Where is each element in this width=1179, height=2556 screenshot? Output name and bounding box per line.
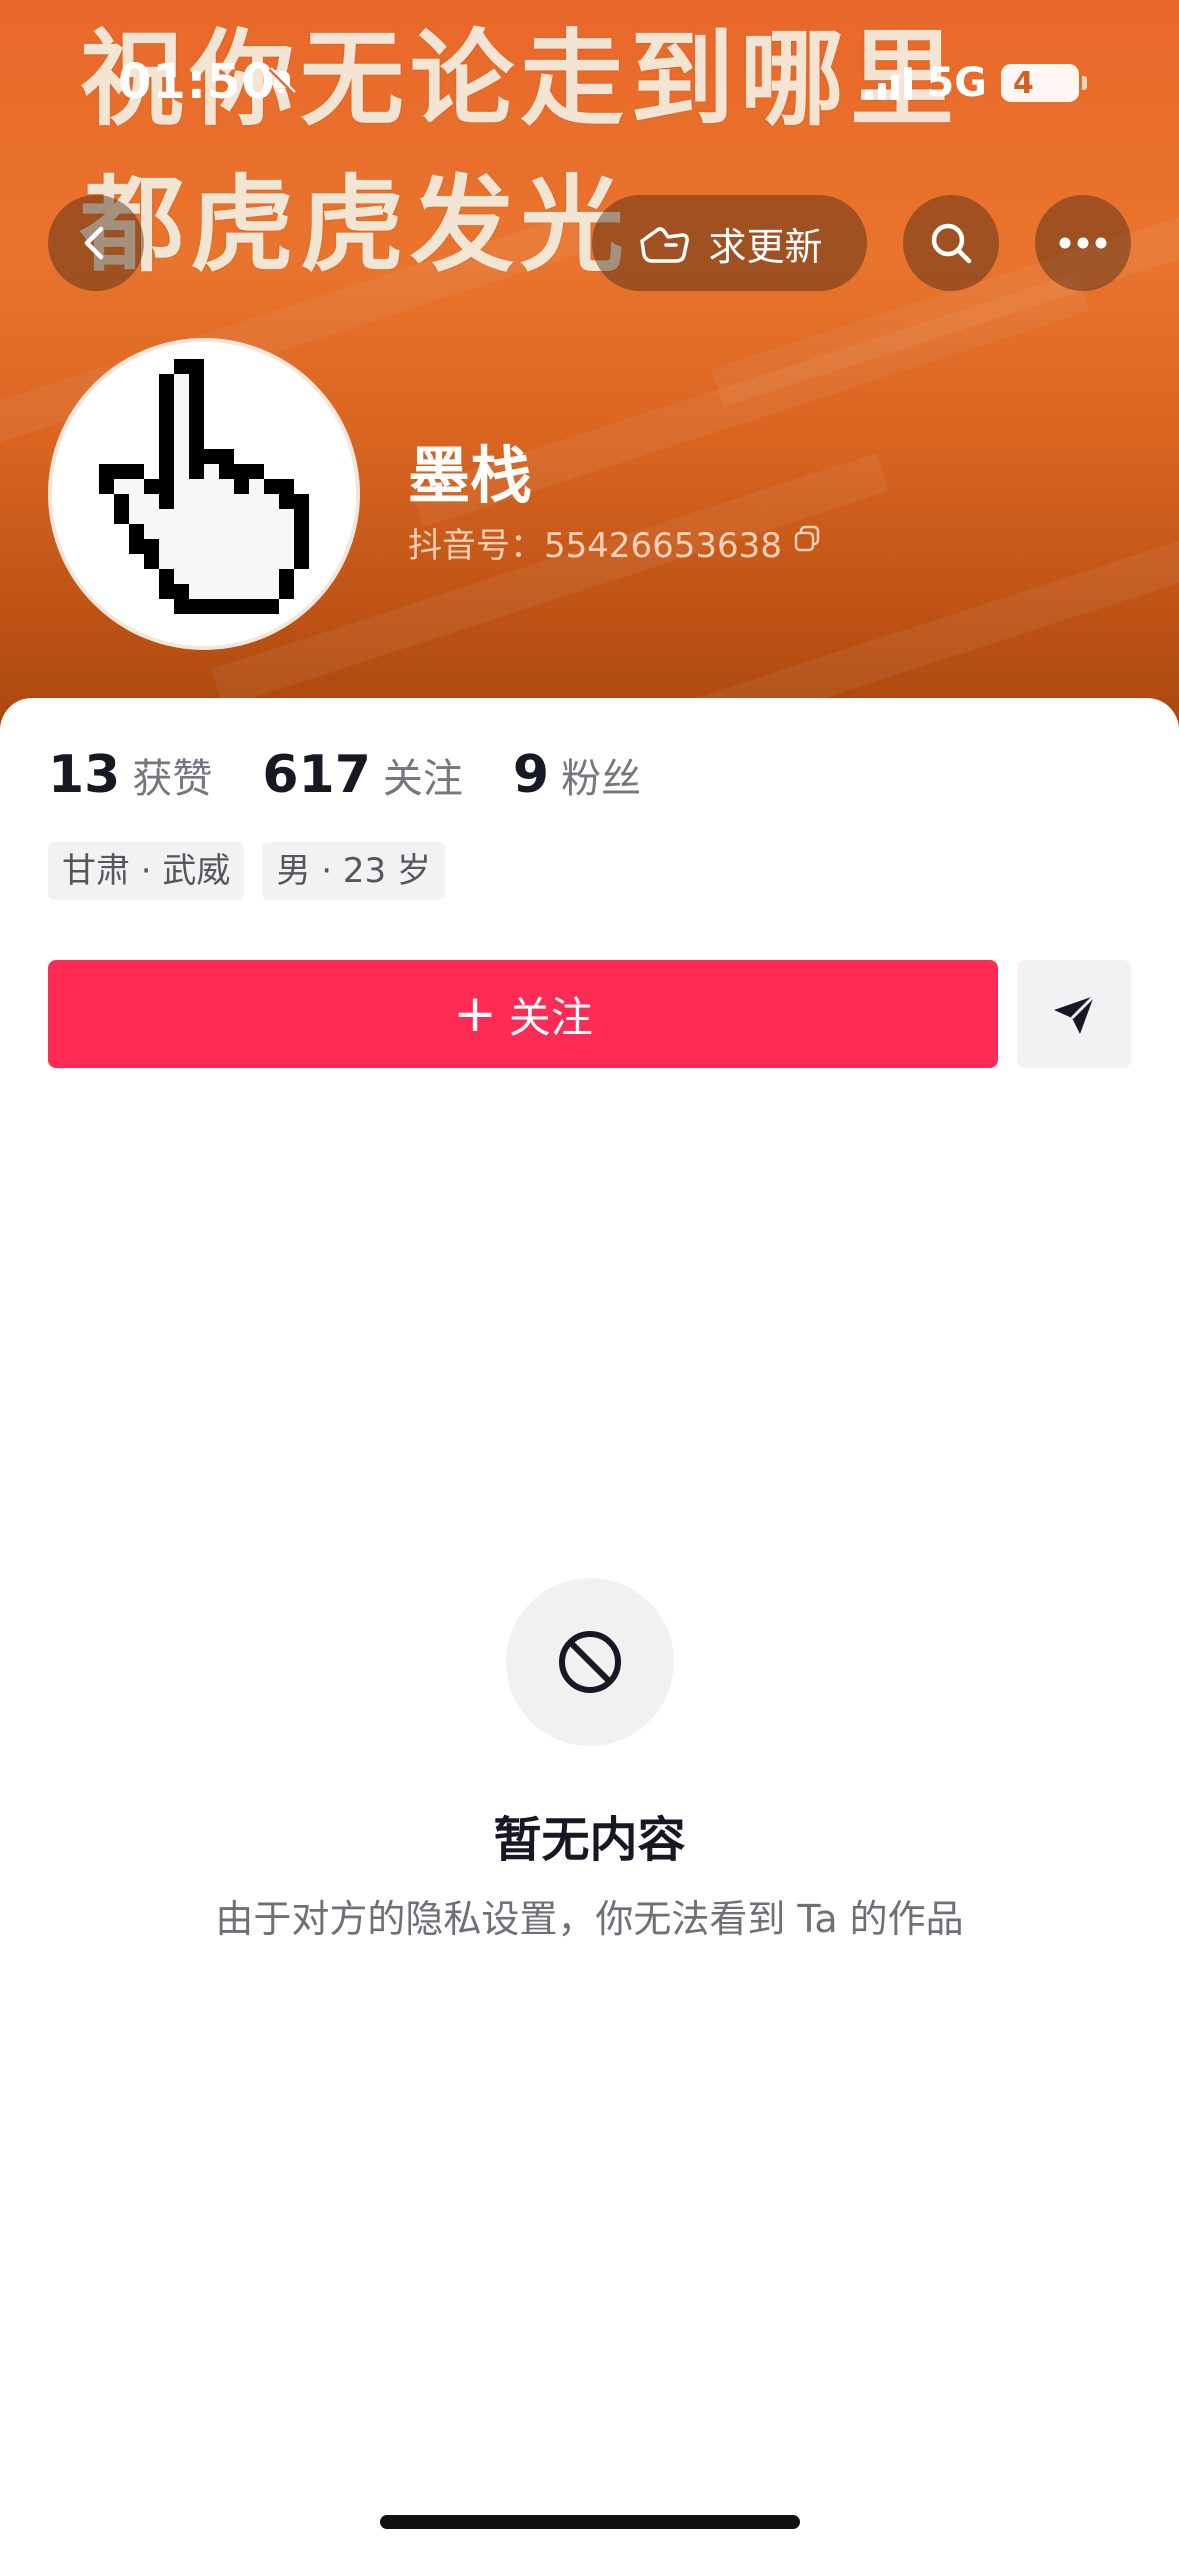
douyin-id-text: 抖音号：55426653638 (408, 526, 782, 566)
follow-label: 关注 (508, 992, 593, 1042)
empty-state-icon-container (506, 1578, 674, 1746)
request-update-label: 求更新 (708, 224, 823, 269)
more-icon (1059, 237, 1107, 249)
followers-count: 9 (512, 745, 550, 805)
battery-level: 4 (1013, 65, 1034, 101)
following-count: 617 (262, 745, 371, 805)
profile-stats: 13 获赞 617 关注 9 粉丝 (48, 745, 641, 805)
location-tag: 甘肃 · 武威 (48, 842, 245, 900)
status-indicators: 5G 4 (865, 60, 1087, 106)
chevron-left-icon (84, 226, 104, 260)
banner-calligraphy-line2: 都虎虎发光 (80, 163, 631, 286)
followers-stat[interactable]: 9 粉丝 (513, 745, 641, 805)
following-label: 关注 (382, 756, 463, 802)
send-message-button[interactable] (1017, 960, 1131, 1068)
bell-mute-icon (265, 64, 299, 102)
thumb-hand-icon (640, 227, 690, 263)
signal-icon (865, 66, 913, 100)
likes-count: 13 (48, 745, 121, 805)
likes-stat[interactable]: 13 获赞 (48, 745, 212, 805)
home-indicator[interactable] (380, 2515, 800, 2529)
douyin-id: 抖音号：55426653638 (408, 518, 822, 567)
gender-age-tag: 男 · 23 岁 (262, 842, 445, 900)
forbidden-icon (559, 1631, 621, 1693)
followers-label: 粉丝 (561, 756, 642, 802)
request-update-button[interactable]: 求更新 (592, 195, 867, 291)
following-stat[interactable]: 617 关注 (262, 745, 463, 805)
status-time: 01:50 (118, 54, 276, 110)
search-button[interactable] (903, 195, 999, 291)
send-icon (1054, 994, 1096, 1034)
avatar[interactable] (48, 338, 360, 650)
empty-state-description: 由于对方的隐私设置，你无法看到 Ta 的作品 (215, 1897, 964, 1941)
hand-cursor-icon (99, 359, 309, 614)
profile-tags: 甘肃 · 武威 男 · 23 岁 (48, 842, 445, 900)
copy-icon[interactable] (792, 523, 822, 563)
search-icon (931, 223, 972, 264)
more-button[interactable] (1035, 195, 1131, 291)
network-type: 5G (926, 60, 987, 106)
likes-label: 获赞 (132, 756, 213, 802)
profile-name: 墨栈 (408, 439, 533, 512)
follow-button[interactable]: + 关注 (48, 960, 998, 1068)
plus-icon: + (453, 984, 497, 1044)
empty-state-title: 暂无内容 (493, 1812, 686, 1868)
back-button[interactable] (48, 195, 144, 291)
battery-icon: 4 (1001, 64, 1087, 102)
